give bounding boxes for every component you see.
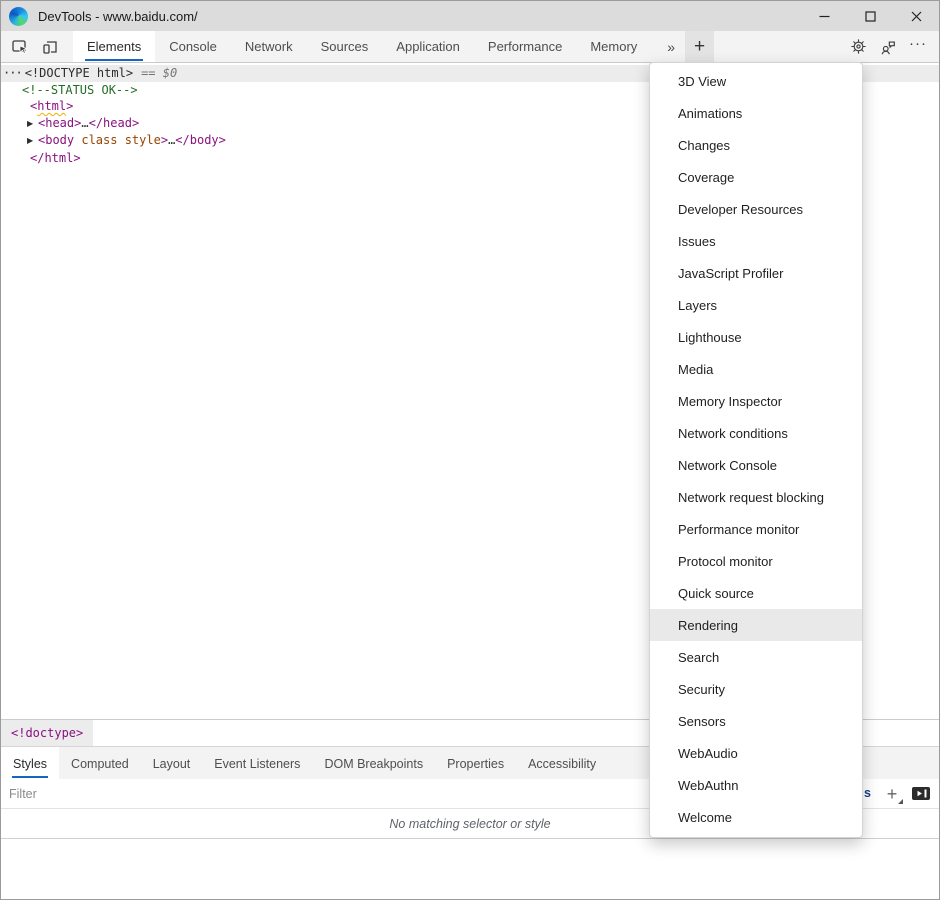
menu-item[interactable]: 3D View	[650, 65, 862, 97]
panel-tab[interactable]: Performance	[474, 31, 576, 62]
menu-item[interactable]: Security	[650, 673, 862, 705]
menu-item[interactable]: Rendering	[650, 609, 862, 641]
menu-item[interactable]: Coverage	[650, 161, 862, 193]
more-options-icon[interactable]: ···	[903, 31, 933, 62]
new-style-rule-button[interactable]: +	[880, 782, 904, 806]
styles-filter-input[interactable]	[9, 787, 309, 801]
panel-tab[interactable]: Console	[155, 31, 231, 62]
doctype-text: <!DOCTYPE html>	[25, 66, 133, 80]
menu-item[interactable]: Search	[650, 641, 862, 673]
menu-item[interactable]: Network conditions	[650, 417, 862, 449]
styles-tab[interactable]: Layout	[141, 747, 203, 779]
expand-arrow-icon[interactable]: ▶	[27, 133, 38, 150]
menu-item[interactable]: Developer Resources	[650, 193, 862, 225]
no-matching-message: No matching selector or style	[389, 817, 550, 831]
menu-item[interactable]: Protocol monitor	[650, 545, 862, 577]
panel-tab[interactable]: Sources	[307, 31, 383, 62]
inspect-element-icon[interactable]	[5, 31, 35, 62]
panel-tab[interactable]: Elements	[73, 31, 155, 62]
window-title: DevTools - www.baidu.com/	[38, 9, 198, 24]
menu-item[interactable]: Issues	[650, 225, 862, 257]
selector-hint: == $0	[141, 66, 177, 80]
menu-item[interactable]: Layers	[650, 289, 862, 321]
devtools-window: DevTools - www.baidu.com/	[0, 0, 940, 900]
breadcrumb-doctype[interactable]: <!doctype>	[1, 720, 93, 746]
menu-item[interactable]: JavaScript Profiler	[650, 257, 862, 289]
panel-tab[interactable]: Application	[382, 31, 474, 62]
styles-tab[interactable]: Accessibility	[516, 747, 608, 779]
menu-item[interactable]: Quick source	[650, 577, 862, 609]
menu-item[interactable]: Network Console	[650, 449, 862, 481]
styles-tab[interactable]: DOM Breakpoints	[312, 747, 435, 779]
html-tag-name: html	[37, 99, 66, 113]
minimize-button[interactable]	[801, 1, 847, 31]
panel-tabs: ElementsConsoleNetworkSourcesApplication…	[73, 31, 651, 62]
more-tabs-icon[interactable]: »	[657, 31, 685, 62]
styles-tab[interactable]: Properties	[435, 747, 516, 779]
window-controls	[801, 1, 939, 31]
more-tools-menu: 3D ViewAnimationsChangesCoverageDevelope…	[649, 62, 863, 838]
menu-item[interactable]: Media	[650, 353, 862, 385]
menu-item[interactable]: Performance monitor	[650, 513, 862, 545]
styles-tab[interactable]: Computed	[59, 747, 141, 779]
toolbar-right: ···	[843, 31, 939, 62]
menu-item[interactable]: Changes	[650, 129, 862, 161]
styles-tab[interactable]: Styles	[1, 747, 59, 779]
maximize-button[interactable]	[847, 1, 893, 31]
settings-gear-icon[interactable]	[843, 31, 873, 62]
menu-item[interactable]: Welcome	[650, 801, 862, 833]
panel-tab[interactable]: Memory	[576, 31, 651, 62]
title-bar: DevTools - www.baidu.com/	[1, 1, 939, 31]
node-dots: ···	[3, 66, 22, 80]
menu-item[interactable]: Animations	[650, 97, 862, 129]
device-toolbar-icon[interactable]	[35, 31, 65, 62]
cls-button-partial[interactable]: s	[864, 786, 871, 800]
panel-tab[interactable]: Network	[231, 31, 307, 62]
menu-item[interactable]: Network request blocking	[650, 481, 862, 513]
devtools-toolbar: ElementsConsoleNetworkSourcesApplication…	[1, 31, 939, 63]
menu-item[interactable]: WebAuthn	[650, 769, 862, 801]
add-tools-button[interactable]: +	[685, 31, 714, 62]
edge-logo-icon	[9, 7, 28, 26]
body-attributes: class style	[74, 133, 161, 147]
menu-item[interactable]: Sensors	[650, 705, 862, 737]
menu-item[interactable]: Lighthouse	[650, 321, 862, 353]
expand-arrow-icon[interactable]: ▶	[27, 116, 38, 133]
feedback-icon[interactable]	[873, 31, 903, 62]
toggle-sidebar-icon[interactable]	[911, 785, 931, 807]
styles-tab[interactable]: Event Listeners	[202, 747, 312, 779]
menu-item[interactable]: WebAudio	[650, 737, 862, 769]
close-button[interactable]	[893, 1, 939, 31]
menu-item[interactable]: Memory Inspector	[650, 385, 862, 417]
